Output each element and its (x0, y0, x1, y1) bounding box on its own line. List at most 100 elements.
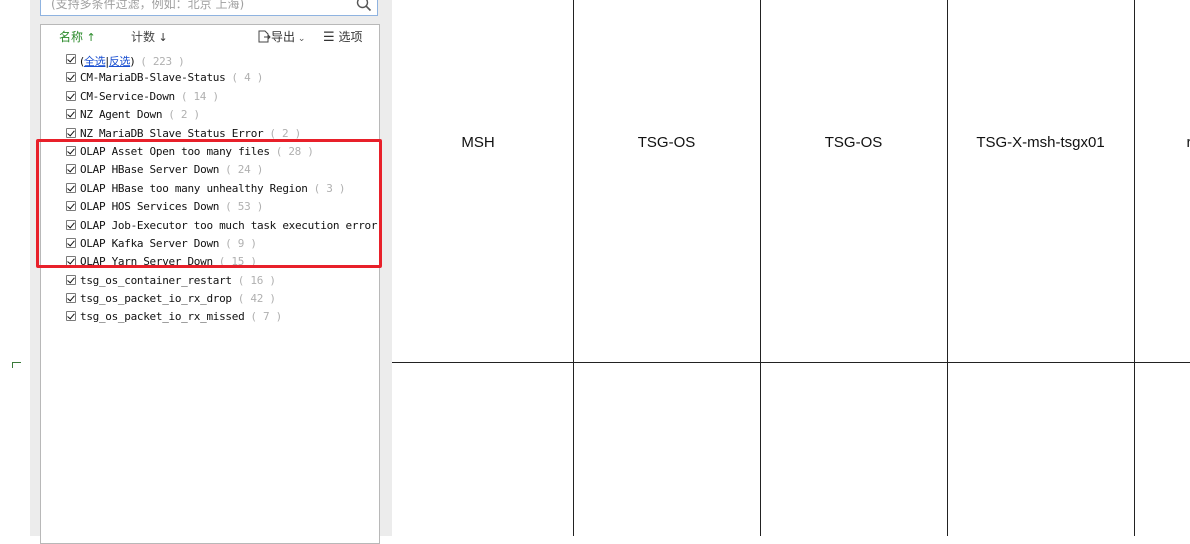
sort-up-icon: ↑ (83, 31, 96, 44)
filter-item-count: ( 24 ) (225, 163, 264, 177)
filter-item-label: OLAP HOS Services Down ( 53 ) (80, 200, 263, 213)
filter-item-text: OLAP Kafka Server Down (80, 236, 220, 250)
sort-by-count-button[interactable]: 计数 ↓ (131, 28, 168, 45)
filter-item-checkbox[interactable] (66, 90, 76, 101)
filter-item-checkbox[interactable] (66, 72, 76, 83)
export-button[interactable]: 导出 ⌄ (257, 28, 305, 45)
filter-item-count: ( 4 ) (231, 71, 264, 85)
filter-item-row[interactable]: OLAP Kafka Server Down ( 9 ) (63, 235, 379, 253)
filter-item-row[interactable]: CM-Service-Down ( 14 ) (63, 88, 379, 106)
filter-item-text: CM-MariaDB-Slave-Status (80, 71, 226, 85)
filter-item-text: OLAP HBase too many unhealthy Region (80, 181, 308, 195)
filter-item-text: CM-Service-Down (80, 89, 175, 103)
search-icon[interactable] (355, 0, 373, 13)
select-all-link[interactable]: 全选 (84, 55, 106, 68)
search-box[interactable] (40, 0, 378, 16)
filter-item-checkbox[interactable] (66, 237, 76, 248)
sort-by-count-label: 计数 (131, 30, 156, 44)
filter-item-checkbox[interactable] (66, 311, 76, 322)
filter-item-text: tsg_os_packet_io_rx_missed (80, 310, 245, 324)
filter-item-checkbox[interactable] (66, 164, 76, 175)
filter-item-label: NZ Agent Down ( 2 ) (80, 108, 200, 121)
sheet-cell[interactable]: TSG-X-msh-tsgx01 (947, 134, 1134, 151)
filter-item-text: tsg_os_packet_io_rx_drop (80, 292, 232, 306)
sheet-cell[interactable]: TSG-OS (760, 134, 947, 151)
filter-item-row[interactable]: OLAP HOS Services Down ( 53 ) (63, 198, 379, 216)
filter-item-text: OLAP HOS Services Down (80, 200, 220, 214)
filter-item-count: ( 3 ) (313, 181, 346, 195)
filter-item-text: NZ Agent Down (80, 108, 163, 122)
filter-item-row[interactable]: tsg_os_packet_io_rx_missed ( 7 ) (63, 308, 379, 326)
filter-item-count: ( 42 ) (237, 292, 276, 306)
column-divider (760, 0, 761, 536)
filter-item-label: OLAP Kafka Server Down ( 9 ) (80, 237, 257, 250)
sort-by-name-label: 名称 (59, 30, 84, 44)
filter-item-checkbox[interactable] (66, 219, 76, 230)
filter-item-checkbox[interactable] (66, 293, 76, 304)
sheet-cell[interactable]: TSG-OS (573, 134, 760, 151)
export-icon (258, 30, 271, 43)
export-label: 导出 (271, 30, 296, 44)
options-button[interactable]: ☰ 选项 (323, 28, 363, 45)
column-divider (573, 0, 574, 536)
sort-by-name-button[interactable]: 名称 ↑ (59, 28, 96, 45)
filter-item-count: ( 53 ) (225, 200, 264, 214)
filter-list-box: 名称 ↑ 计数 ↓ 导出 ⌄ ☰ 选项 (全选|反选)( 223 ) CM-Ma… (40, 24, 380, 544)
filter-item-row[interactable]: tsg_os_container_restart ( 16 ) (63, 272, 379, 290)
filter-item-label: CM-Service-Down ( 14 ) (80, 90, 219, 103)
filter-item-checkbox[interactable] (66, 109, 76, 120)
menu-icon: ☰ (323, 30, 335, 45)
filter-item-row[interactable]: OLAP Yarn Server Down ( 15 ) (63, 253, 379, 271)
filter-item-label: OLAP Asset Open too many files ( 28 ) (80, 145, 314, 158)
row-divider (392, 362, 1190, 363)
left-strip (0, 0, 30, 536)
filter-item-count: ( 2 ) (168, 108, 200, 122)
filter-item-text: OLAP HBase Server Down (80, 163, 220, 177)
spreadsheet-area: MSH TSG-OS TSG-OS TSG-X-msh-tsgx01 r (392, 0, 1190, 536)
filter-item-label: tsg_os_container_restart ( 16 ) (80, 274, 276, 287)
filter-item-checkbox[interactable] (66, 274, 76, 285)
filter-items: (全选|反选)( 223 ) CM-MariaDB-Slave-Status ( … (63, 51, 379, 327)
filter-item-checkbox[interactable] (66, 127, 76, 138)
filter-item-row[interactable]: tsg_os_packet_io_rx_drop ( 42 ) (63, 290, 379, 308)
select-all-label: (全选|反选)( 223 ) (80, 55, 185, 68)
filter-item-row[interactable]: NZ Agent Down ( 2 ) (63, 106, 379, 124)
total-count: ( 223 ) (140, 55, 185, 68)
search-input[interactable] (41, 0, 351, 15)
filter-item-text: OLAP Asset Open too many files (80, 144, 270, 158)
filter-item-checkbox[interactable] (66, 256, 76, 267)
filter-item-checkbox[interactable] (66, 201, 76, 212)
select-all-checkbox[interactable] (66, 54, 76, 64)
filter-item-label: OLAP HBase Server Down ( 24 ) (80, 163, 263, 176)
filter-item-count: ( 9 ) (225, 236, 257, 250)
filter-item-label: tsg_os_packet_io_rx_drop ( 42 ) (80, 292, 276, 305)
filter-item-checkbox[interactable] (66, 182, 76, 193)
invert-selection-link[interactable]: 反选 (109, 55, 131, 68)
filter-item-label: CM-MariaDB-Slave-Status ( 4 ) (80, 71, 263, 84)
filter-item-row[interactable]: OLAP HBase too many unhealthy Region ( 3 … (63, 180, 379, 198)
select-all-row[interactable]: (全选|反选)( 223 ) (63, 51, 379, 69)
filter-item-row[interactable]: NZ MariaDB Slave Status Error ( 2 ) (63, 125, 379, 143)
filter-item-count: ( 15 ) (218, 255, 257, 269)
corner-marker (10, 362, 22, 368)
filter-item-row[interactable]: OLAP HBase Server Down ( 24 ) (63, 161, 379, 179)
filter-item-text: OLAP Yarn Server Down (80, 255, 213, 269)
chevron-down-icon: ⌄ (295, 34, 306, 44)
filter-item-count: ( 7 ) (250, 310, 283, 324)
filter-item-row[interactable]: CM-MariaDB-Slave-Status ( 4 ) (63, 69, 379, 87)
filter-item-label: OLAP Job-Executor too much task executio… (80, 219, 379, 232)
filter-item-row[interactable]: OLAP Asset Open too many files ( 28 ) (63, 143, 379, 161)
filter-item-text: OLAP Job-Executor too much task executio… (80, 218, 378, 232)
sheet-cell[interactable]: MSH (448, 134, 508, 151)
filter-item-text: NZ MariaDB Slave Status Error (80, 126, 264, 140)
sort-down-icon: ↓ (155, 31, 168, 44)
sheet-cell-partial[interactable]: r (1184, 134, 1190, 151)
filter-toolbar: 名称 ↑ 计数 ↓ 导出 ⌄ ☰ 选项 (41, 25, 379, 47)
filter-item-label: NZ MariaDB Slave Status Error ( 2 ) (80, 127, 301, 140)
filter-item-row[interactable]: OLAP Job-Executor too much task executio… (63, 217, 379, 235)
filter-item-checkbox[interactable] (66, 145, 76, 156)
filter-item-count: ( 28 ) (275, 144, 314, 158)
column-divider (1134, 0, 1135, 536)
filter-item-count: ( 16 ) (237, 273, 276, 287)
filter-item-count: ( 2 ) (269, 126, 301, 140)
